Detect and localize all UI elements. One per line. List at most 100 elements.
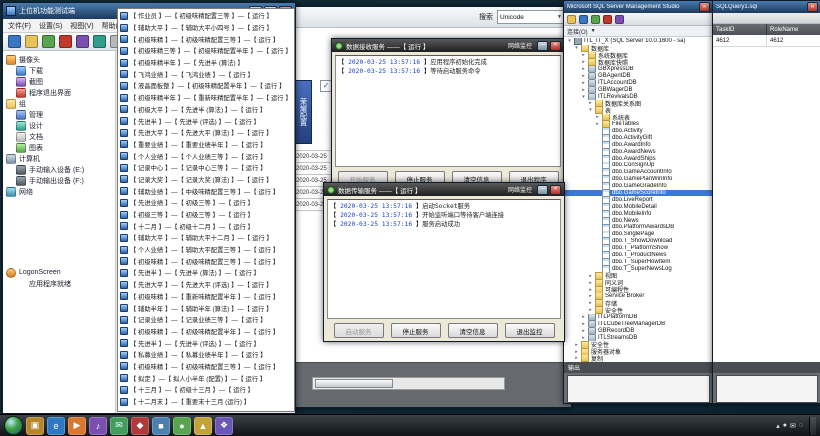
tree-node[interactable]: ▾ 数据库 <box>564 45 713 52</box>
tree-node[interactable]: dbo.MobileDetail <box>564 203 713 210</box>
tree-node[interactable]: dbo.SinglePage <box>564 231 713 238</box>
tree-node[interactable]: ▸ 视图 <box>564 272 713 279</box>
show-desktop-button[interactable] <box>809 417 816 435</box>
taskbar-app-icon[interactable]: ◆ <box>131 417 149 435</box>
tree-node[interactable]: ▸ 服务器对象 <box>564 348 713 355</box>
dialog-button[interactable]: 启动服务 <box>334 323 384 338</box>
tree-node[interactable]: ▸ 系统表 <box>564 114 713 121</box>
task-list-item[interactable]: 【 辅助大平 】—【 辅助大平十二月 】—【 运行 】 <box>118 232 294 244</box>
tree-node[interactable]: ▾ 表 <box>564 107 713 114</box>
tree-expander-icon[interactable]: ▸ <box>581 328 586 334</box>
task-list-item[interactable]: 【 辅助半年 】—【 辅助半年 (算法) 】—【 运行 】 <box>118 302 294 314</box>
results-titlebar[interactable]: SQLQuery1.sql ✕ <box>713 1 820 13</box>
taskbar-app-icon[interactable]: ▲ <box>194 417 212 435</box>
taskbar-app-icon[interactable]: ■ <box>152 417 170 435</box>
tree-expander-icon[interactable]: ▸ <box>588 273 593 279</box>
task-list-item[interactable]: 【 个人业绩 】—【 辅助大平配置三等 】—【 运行 】 <box>118 244 294 256</box>
taskbar-app-icon[interactable]: ❖ <box>215 417 233 435</box>
tree-node[interactable]: dbo.AwardShips <box>564 155 713 162</box>
task-list-item[interactable]: 【 初级味精半年 】—【 先进半 (算法) 】 <box>118 57 294 69</box>
task-list-item[interactable]: 【 初级大平 】—【 先进半 (算法) 】—【 运行 】 <box>118 104 294 116</box>
close-button[interactable]: ✕ <box>550 185 561 195</box>
tree-node[interactable]: ▸ ITLStreamsDB <box>564 334 713 341</box>
sidebar-item[interactable]: 应用程序就绪 <box>3 278 115 289</box>
task-list-item[interactable]: 【 飞鸿业绩 】—【 飞鸿业绩 】—【 运行 】 <box>118 68 294 80</box>
task-list-item[interactable]: 【 十二月 】—【 初级十二月 】—【 运行 】 <box>118 220 294 232</box>
tree-node[interactable]: ▸ Service Broker <box>564 293 713 300</box>
tree-node[interactable]: ▸ 可编程性 <box>564 286 713 293</box>
tree-node[interactable]: dbo.Activity <box>564 128 713 135</box>
dialog-titlebar[interactable]: 数据接收服务 ——【 运行 】 网络监控 — ✕ <box>332 39 564 52</box>
menu-item[interactable]: 设置(S) <box>39 21 62 31</box>
sidebar-item[interactable]: 截图 <box>3 76 115 87</box>
grid-cell[interactable]: 4612 <box>713 35 767 47</box>
sidebar-item[interactable]: LogonScreen <box>3 267 115 278</box>
toolbar-icon[interactable] <box>567 15 576 24</box>
tree-expander-icon[interactable]: ▸ <box>595 121 600 127</box>
task-list-item[interactable]: 【 初级味精 】—【 初级味精配置三等 】—【 运行 】 <box>118 33 294 45</box>
task-list-item[interactable]: 【 私募业绩 】—【 私募业绩半年 】—【 运行 】 <box>118 349 294 361</box>
tree-expander-icon[interactable]: ▸ <box>581 321 586 327</box>
toolbar-icon[interactable] <box>25 35 38 48</box>
start-button[interactable] <box>4 416 23 435</box>
toolbar-icon[interactable] <box>8 35 21 48</box>
tree-node[interactable]: ▸ 同义词 <box>564 279 713 286</box>
tray-icon[interactable]: ▴ <box>776 422 780 430</box>
tree-node[interactable]: ▸ 系统数据库 <box>564 52 713 59</box>
tree-expander-icon[interactable]: ▸ <box>588 280 593 286</box>
scrollbar-thumb[interactable] <box>315 379 393 388</box>
dialog-button[interactable]: 清空信息 <box>448 323 498 338</box>
task-list-item[interactable]: 【 初级三等 】—【 初级三等 】—【 运行 】 <box>118 209 294 221</box>
tree-expander-icon[interactable]: ▸ <box>581 73 586 79</box>
task-list-item[interactable]: 【 先进大平 】—【 先进大平 (评选) 】—【 运行 】 <box>118 279 294 291</box>
task-list-item[interactable]: 【 初级味精半年 】—【 重新味精配置半年 】—【 运行 】 <box>118 92 294 104</box>
tree-node[interactable]: ▾ ITLRevivalsDB <box>564 93 713 100</box>
tree-node[interactable]: dbo.AwardInfo <box>564 141 713 148</box>
task-list-item[interactable]: 【 十三月 】—【 初级十三月 】—【 运行 】 <box>118 384 294 396</box>
tree-expander-icon[interactable]: ▸ <box>581 66 586 72</box>
tree-node[interactable]: ▸ ITLAccountDB <box>564 79 713 86</box>
tree-node[interactable]: ▸ 存储 <box>564 300 713 307</box>
toolbar-icon[interactable] <box>93 35 106 48</box>
task-list-item[interactable]: 【 液晶面板整 】—【 初级味精配置半年 】—【 运行 】 <box>118 80 294 92</box>
taskbar-app-icon[interactable]: ✉ <box>110 417 128 435</box>
menu-item[interactable]: 文件(F) <box>8 21 31 31</box>
toolbar-icon[interactable] <box>42 35 55 48</box>
tree-node[interactable]: ▸ GBRecordDB <box>564 327 713 334</box>
task-list-item[interactable]: 【 十二月末 】—【 重要末十三月 (运行) 】 <box>118 396 294 408</box>
tree-node[interactable]: dbo.GameGradeInfo <box>564 183 713 190</box>
close-button[interactable]: ✕ <box>550 41 561 51</box>
sidebar-item[interactable]: 手动输出设备 (F:) <box>3 175 115 186</box>
sidebar-item[interactable]: 设计 <box>3 120 115 131</box>
tree-node[interactable]: dbo.GameScoreInfo <box>564 190 713 197</box>
tree-expander-icon[interactable]: ▾ <box>588 107 593 113</box>
tree-expander-icon[interactable]: ▸ <box>574 342 579 348</box>
sidebar-item[interactable]: 组 <box>3 98 115 109</box>
sidebar-item[interactable]: 管理 <box>3 109 115 120</box>
sidebar-item[interactable]: 摄像头 <box>3 54 115 65</box>
tree-node[interactable]: ▸ ITLCubeTreeManagerDB <box>564 321 713 328</box>
column-header[interactable]: TaskID <box>713 24 767 35</box>
dialog-button[interactable]: 退出监控 <box>505 323 555 338</box>
dialog-titlebar[interactable]: 数据传输服务 ——【 运行 】 网络监控 — ✕ <box>324 183 564 196</box>
tree-node[interactable]: ▸ 数据库快照 <box>564 59 713 66</box>
taskbar-app-icon[interactable]: ▣ <box>26 417 44 435</box>
tree-expander-icon[interactable]: ▸ <box>588 287 593 293</box>
tree-expander-icon[interactable]: ▾ <box>581 94 586 100</box>
toolbar-icon[interactable] <box>76 35 89 48</box>
tree-expander-icon[interactable]: ▸ <box>588 100 593 106</box>
toolbar-icon[interactable] <box>579 15 588 24</box>
tree-expander-icon[interactable]: ▸ <box>581 59 586 65</box>
close-button[interactable]: ✕ <box>699 2 710 12</box>
menu-item[interactable]: 视图(V) <box>70 21 93 31</box>
toolbar-icon[interactable] <box>603 15 612 24</box>
task-list-item[interactable]: 【 拟定 】—【 拟人小半年 (配置) 】—【 运行 】 <box>118 372 294 384</box>
tree-node[interactable]: dbo.ConSignUp <box>564 162 713 169</box>
task-list-item[interactable]: 【 先进半 】—【 先进半 (评选) 】—【 运行 】 <box>118 115 294 127</box>
results-grid-row[interactable]: 46124612 <box>713 35 820 47</box>
minimize-button[interactable]: — <box>537 185 548 195</box>
task-list-item[interactable]: 【 个人业绩 】—【 个人业绩三等 】—【 运行 】 <box>118 150 294 162</box>
tree-node[interactable]: dbo.T_SuperHowItem <box>564 259 713 266</box>
tree-node[interactable]: ▸ 安全性 <box>564 307 713 314</box>
tree-expander-icon[interactable]: ▸ <box>581 87 586 93</box>
